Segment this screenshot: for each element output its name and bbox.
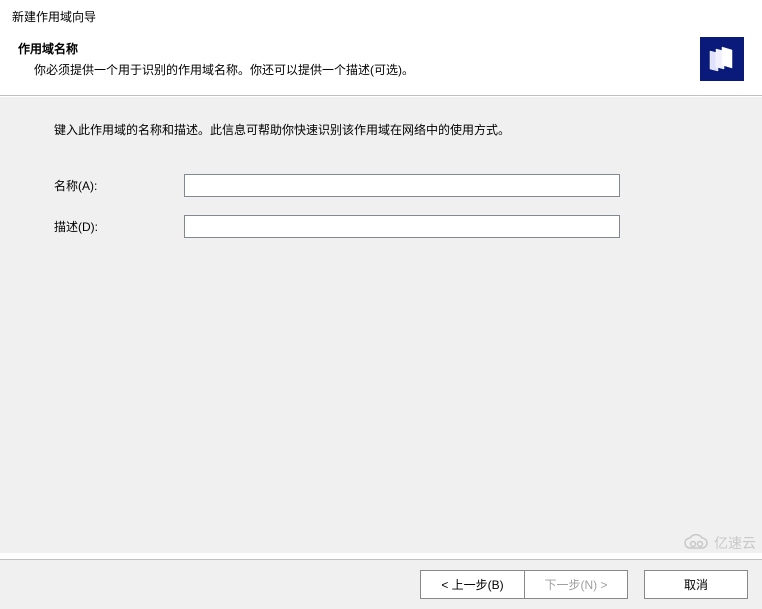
instruction-text: 键入此作用域的名称和描述。此信息可帮助你快速识别该作用域在网络中的使用方式。	[54, 121, 714, 138]
header-text-block: 作用域名称 你必须提供一个用于识别的作用域名称。你还可以提供一个描述(可选)。	[18, 40, 700, 78]
description-row: 描述(D):	[54, 215, 714, 238]
back-button[interactable]: < 上一步(B)	[420, 570, 524, 599]
header-subtitle: 你必须提供一个用于识别的作用域名称。你还可以提供一个描述(可选)。	[34, 61, 700, 78]
description-label: 描述(D):	[54, 218, 184, 235]
next-button[interactable]: 下一步(N) >	[524, 570, 628, 599]
window-title: 新建作用域向导	[0, 0, 762, 31]
scope-folder-icon	[700, 37, 744, 81]
wizard-header: 作用域名称 你必须提供一个用于识别的作用域名称。你还可以提供一个描述(可选)。	[0, 31, 762, 96]
watermark: 亿速云	[682, 533, 756, 553]
name-label: 名称(A):	[54, 177, 184, 194]
wizard-content: 键入此作用域的名称和描述。此信息可帮助你快速识别该作用域在网络中的使用方式。 名…	[0, 96, 762, 553]
header-title: 作用域名称	[18, 40, 700, 57]
name-input[interactable]	[184, 174, 620, 197]
watermark-text: 亿速云	[714, 533, 756, 553]
cancel-button[interactable]: 取消	[644, 570, 748, 599]
button-bar: < 上一步(B) 下一步(N) > 取消	[0, 559, 762, 609]
description-input[interactable]	[184, 215, 620, 238]
name-row: 名称(A):	[54, 174, 714, 197]
